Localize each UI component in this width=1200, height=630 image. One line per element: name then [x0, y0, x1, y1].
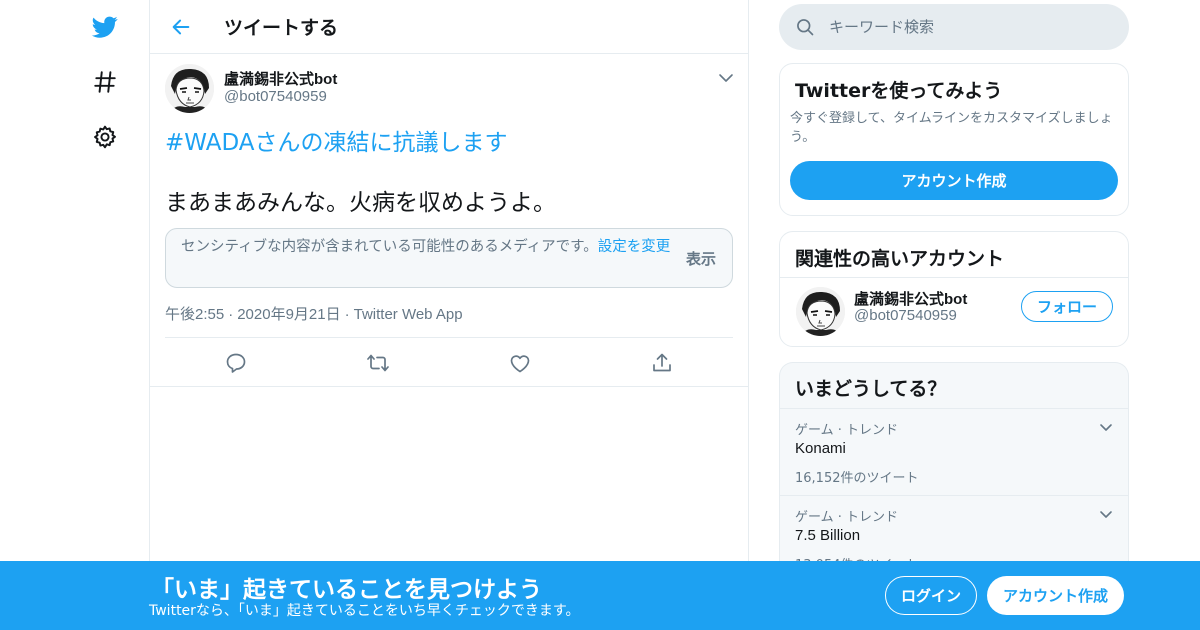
left-nav	[80, 0, 130, 630]
trend-item[interactable]: ゲーム · トレンド Konami 16,152件のツイート	[780, 408, 1128, 495]
avatar[interactable]	[165, 64, 214, 113]
sensitive-media-notice: センシティブな内容が含まれている可能性のあるメディアです。設定を変更 表示	[165, 228, 733, 288]
related-account-name[interactable]: 盧満錫非公式bot	[854, 288, 967, 309]
create-account-button[interactable]: アカウント作成	[790, 161, 1118, 200]
trend-name: 7.5 Billion	[795, 527, 861, 544]
page-title: ツイートする	[224, 17, 339, 39]
search-input[interactable]	[829, 14, 1109, 40]
author-handle[interactable]: @bot07540959	[224, 88, 327, 105]
author-name[interactable]: 盧満錫非公式bot	[224, 68, 337, 89]
signup-card: Twitterを使ってみよう 今すぐ登録して、タイムラインをカスタマイズしましょ…	[779, 63, 1129, 216]
sensitive-notice-text: センシティブな内容が含まれている可能性のあるメディアです。設定を変更	[181, 238, 671, 257]
retweet-icon[interactable]	[366, 351, 390, 375]
chevron-down-icon[interactable]	[1098, 421, 1114, 435]
signup-card-description: 今すぐ登録して、タイムラインをカスタマイズしましょう。	[790, 111, 1113, 145]
trend-context: ゲーム · トレンド	[795, 510, 899, 525]
show-media-button[interactable]: 表示	[686, 248, 716, 269]
trend-context: ゲーム · トレンド	[795, 423, 899, 438]
back-button[interactable]	[164, 10, 198, 44]
meta-separator: ·	[228, 306, 234, 323]
hashtag-link[interactable]: #WADAさんの凍結に抗議します	[165, 128, 556, 158]
meta-separator: ·	[344, 306, 350, 323]
twitter-bird-icon[interactable]	[86, 8, 124, 46]
tweet-source[interactable]: Twitter Web App	[354, 306, 463, 323]
gear-icon[interactable]	[86, 118, 124, 156]
tweet-detail: 盧満錫非公式bot @bot07540959 #WADAさんの凍結に抗議します …	[150, 54, 748, 387]
share-icon[interactable]	[650, 351, 674, 375]
banner-title: 「いま」起きていることを見つけよう	[151, 577, 542, 603]
tweet-date[interactable]: 2020年9月21日	[237, 306, 340, 323]
related-accounts-title: 関連性の高いアカウント	[795, 248, 1005, 270]
app-root: ツイートする 盧満錫非公式bot @bot07540959 #WADAさんの凍結…	[0, 0, 1200, 630]
change-settings-link[interactable]: 設定を変更	[598, 239, 671, 255]
signup-card-title: Twitterを使ってみよう	[795, 80, 1003, 102]
chevron-down-icon	[719, 74, 733, 82]
search-bar[interactable]	[779, 4, 1129, 50]
arrow-left-icon	[172, 19, 190, 35]
related-accounts-card: 関連性の高いアカウント 盧満錫非公式bot @bot07540959 フォロー	[779, 231, 1129, 347]
trends-title: いまどうしてる？	[795, 378, 947, 400]
signup-banner: 「いま」起きていることを見つけよう Twitterなら、「いま」起きていることを…	[0, 561, 1200, 630]
like-icon[interactable]	[508, 351, 532, 375]
search-icon	[797, 19, 814, 36]
login-button[interactable]: ログイン	[885, 576, 977, 615]
banner-create-account-button[interactable]: アカウント作成	[987, 576, 1124, 615]
page-header: ツイートする	[150, 0, 748, 54]
tweet-body: まあまあみんな。火病を収めようよ。	[165, 190, 556, 216]
trend-name: Konami	[795, 440, 846, 457]
trend-count: 16,152件のツイート	[795, 471, 919, 486]
tweet-text: #WADAさんの凍結に抗議します まあまあみんな。火病を収めようよ。	[165, 128, 556, 218]
related-account-handle[interactable]: @bot07540959	[854, 307, 957, 324]
tweet-metadata: 午後2:55 · 2020年9月21日 · Twitter Web App	[165, 303, 463, 324]
divider	[780, 277, 1128, 278]
chevron-down-icon[interactable]	[1098, 508, 1114, 522]
tweet-time[interactable]: 午後2:55	[165, 306, 224, 323]
avatar[interactable]	[796, 287, 845, 336]
sensitive-notice-label: センシティブな内容が含まれている可能性のあるメディアです。	[181, 239, 598, 255]
follow-button[interactable]: フォロー	[1021, 291, 1113, 322]
main-column: ツイートする 盧満錫非公式bot @bot07540959 #WADAさんの凍結…	[149, 0, 749, 630]
reply-icon[interactable]	[224, 351, 248, 375]
hashtag-icon[interactable]	[86, 63, 124, 101]
tweet-actions	[165, 337, 733, 387]
more-options-button[interactable]	[716, 70, 736, 86]
banner-subtitle: Twitterなら、「いま」起きていることをいち早くチェックできます。	[149, 603, 580, 619]
